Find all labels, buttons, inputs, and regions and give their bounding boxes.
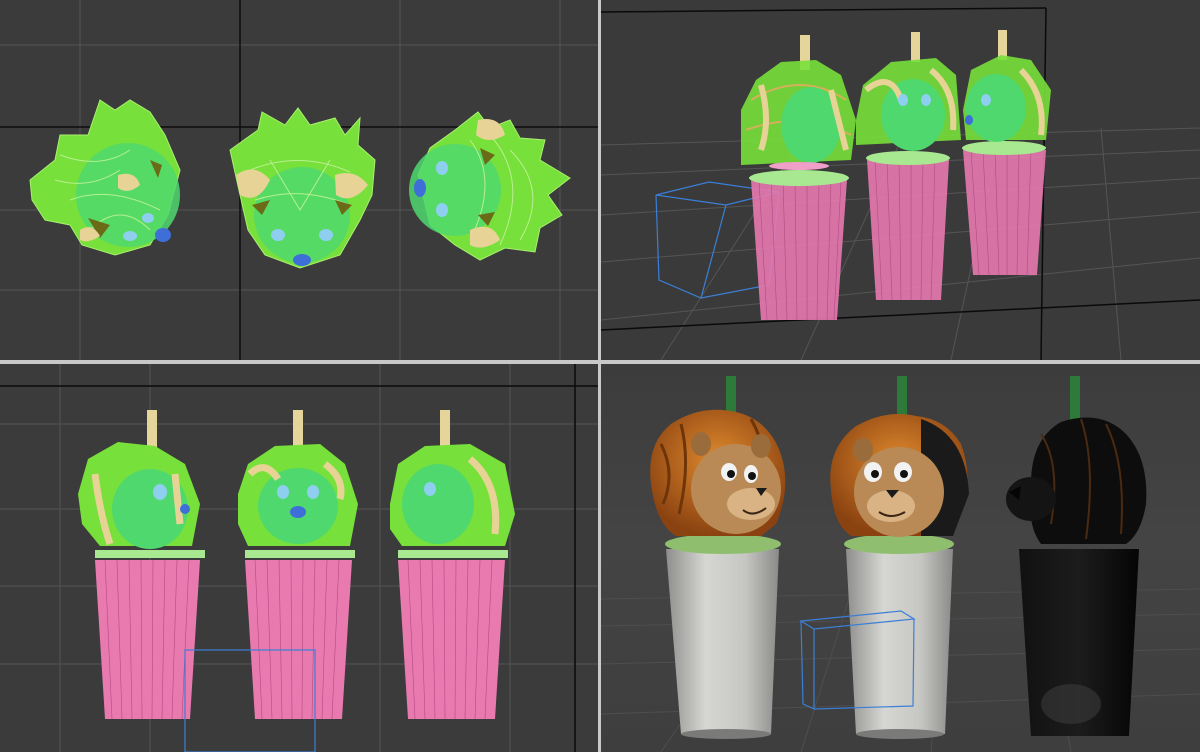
render-canvas[interactable] <box>601 364 1200 752</box>
lion-cup-3-render[interactable] <box>1006 376 1147 736</box>
lion-cup-1-wire[interactable] <box>741 35 856 321</box>
lion-cup-2-top[interactable] <box>229 107 376 269</box>
viewport-camera[interactable] <box>601 364 1200 752</box>
perspective-canvas[interactable] <box>601 0 1200 360</box>
lion-cup-1-top[interactable] <box>29 99 181 256</box>
lion-cup-3-front[interactable] <box>390 410 515 720</box>
viewport-perspective[interactable] <box>601 0 1200 360</box>
lion-cup-2-wire[interactable] <box>856 32 961 301</box>
top-view-canvas[interactable] <box>0 0 598 360</box>
front-view-canvas[interactable] <box>0 364 598 752</box>
lion-cup-3-top[interactable] <box>409 111 571 261</box>
lion-cup-2-front[interactable] <box>238 410 358 720</box>
lion-cup-2-render[interactable] <box>830 376 969 739</box>
lion-cup-3-wire[interactable] <box>962 30 1051 276</box>
lion-cup-1-front[interactable] <box>78 410 205 720</box>
lion-cup-1-render[interactable] <box>650 376 786 739</box>
viewport-top[interactable] <box>0 0 598 360</box>
viewport-front[interactable] <box>0 364 598 752</box>
